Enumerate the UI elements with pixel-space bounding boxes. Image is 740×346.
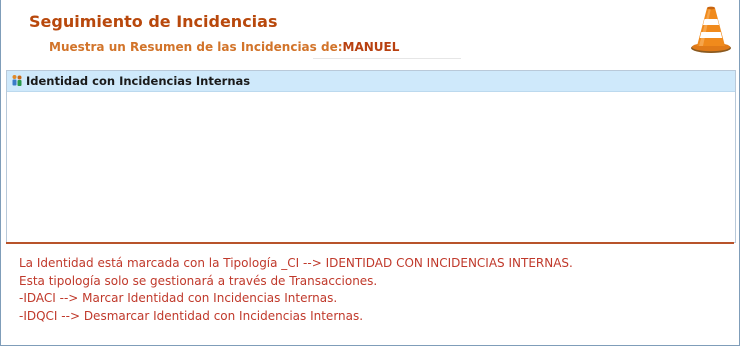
description-line: -IDQCI --> Desmarcar Identidad con Incid… bbox=[19, 308, 364, 323]
page-title: Seguimiento de Incidencias bbox=[29, 12, 278, 31]
list-item[interactable]: Identidad con Incidencias Internas bbox=[7, 71, 735, 92]
incidents-window: Seguimiento de Incidencias Muestra un Re… bbox=[0, 0, 740, 346]
user-name: MANUEL bbox=[342, 40, 400, 54]
description-line: -IDACI --> Marcar Identidad con Incidenc… bbox=[19, 291, 338, 305]
description-text: La Identidad está marcada con la Tipolog… bbox=[19, 255, 719, 325]
list-item-label: Identidad con Incidencias Internas bbox=[26, 74, 251, 88]
description-line: Esta tipología solo se gestionará a trav… bbox=[19, 273, 378, 288]
traffic-cone-icon bbox=[691, 6, 731, 53]
user-underline bbox=[313, 58, 461, 59]
description-line: La Identidad está marcada con la Tipolog… bbox=[19, 256, 573, 270]
header: Seguimiento de Incidencias Muestra un Re… bbox=[1, 0, 739, 68]
page-subtitle: Muestra un Resumen de las Incidencias de… bbox=[49, 40, 399, 54]
section-divider bbox=[6, 242, 734, 244]
identity-list: Identidad con Incidencias Internas bbox=[6, 70, 736, 243]
identity-icon bbox=[12, 75, 22, 86]
subtitle-prefix: Muestra un Resumen de las Incidencias de… bbox=[49, 40, 343, 54]
